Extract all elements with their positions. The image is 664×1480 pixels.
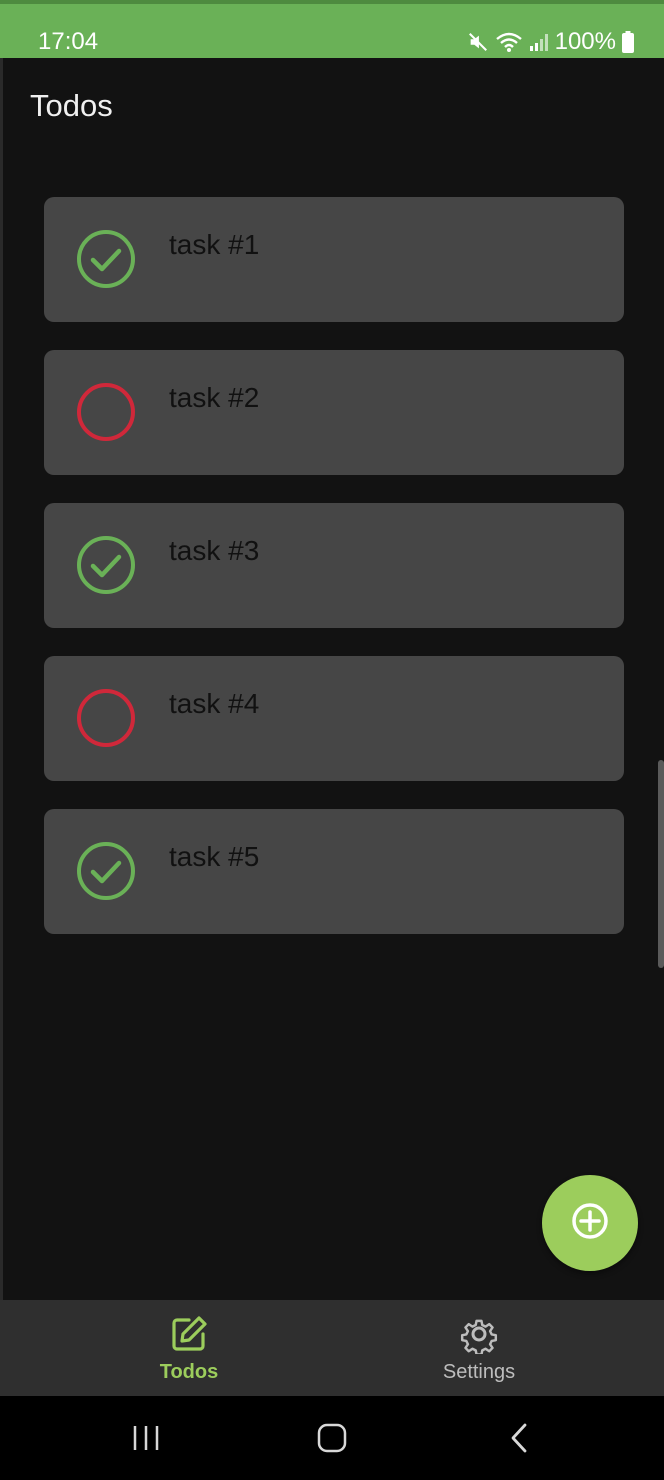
wifi-icon [495,31,523,53]
system-navigation-bar [0,1396,664,1480]
todo-label: task #5 [169,841,260,872]
check-circle-icon[interactable] [76,229,136,289]
check-circle-icon[interactable] [76,841,136,901]
battery-icon [622,31,634,53]
status-time: 17:04 [38,28,99,55]
tab-settings[interactable]: Settings [399,1300,559,1396]
home-icon[interactable] [316,1422,348,1454]
battery-label: 100% [554,28,616,55]
edit-icon [169,1314,209,1354]
tab-todos[interactable]: Todos [109,1300,269,1396]
todo-item[interactable]: task #1 [44,197,624,322]
todo-item[interactable]: task #3 [44,503,624,628]
status-bar: 17:04 100% [0,0,664,58]
bottom-navigation: Todos Settings [0,1300,664,1396]
gear-icon [459,1314,499,1356]
signal-icon [529,32,549,52]
todo-item[interactable]: task #4 [44,656,624,781]
add-todo-button[interactable] [542,1175,638,1271]
todo-label: task #3 [169,535,260,566]
tab-label: Settings [442,1361,516,1383]
todo-label: task #1 [169,229,260,260]
recents-icon[interactable] [130,1422,162,1454]
mute-icon [467,31,489,53]
tab-label: Todos [159,1361,219,1383]
todo-list: task #1 task #2 task #3 task #4 task #5 [44,197,624,962]
add-circle-icon [571,1202,609,1245]
device-screen: 17:04 100% Todos task #1 task #2 task #3… [0,0,664,1480]
todo-label: task #2 [169,382,260,413]
check-circle-icon[interactable] [76,535,136,595]
empty-circle-icon[interactable] [76,382,136,442]
todo-label: task #4 [169,688,260,719]
todo-item[interactable]: task #5 [44,809,624,934]
status-icons: 100% [467,28,634,56]
empty-circle-icon[interactable] [76,688,136,748]
back-icon[interactable] [504,1422,536,1454]
scrollbar[interactable] [658,760,664,968]
page-title: Todos [30,88,113,123]
todo-item[interactable]: task #2 [44,350,624,475]
screen-edge [0,0,3,1480]
